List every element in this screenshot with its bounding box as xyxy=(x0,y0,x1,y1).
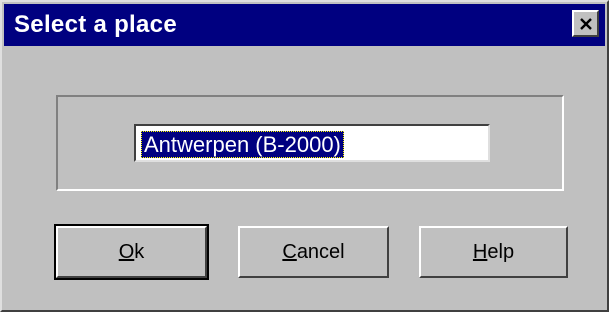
cancel-button-accel: C xyxy=(282,240,297,263)
close-button[interactable] xyxy=(572,10,599,37)
help-button[interactable]: Help xyxy=(419,226,568,278)
select-place-dialog: Select a place Antwerpen (B-2000) Ok Can… xyxy=(0,0,609,312)
place-input-value: Antwerpen (B-2000) xyxy=(141,131,344,158)
place-input[interactable]: Antwerpen (B-2000) xyxy=(134,124,490,162)
help-button-accel: H xyxy=(472,240,488,263)
close-icon xyxy=(579,17,593,30)
ok-button[interactable]: Ok xyxy=(54,224,209,280)
cancel-button[interactable]: Cancel xyxy=(238,226,389,278)
ok-button-accel: O xyxy=(118,240,135,263)
help-button-label: elp xyxy=(487,240,515,263)
ok-button-label: k xyxy=(134,240,145,263)
cancel-button-label: ancel xyxy=(296,240,345,263)
dialog-title: Select a place xyxy=(14,11,177,38)
title-bar[interactable]: Select a place xyxy=(4,4,605,46)
